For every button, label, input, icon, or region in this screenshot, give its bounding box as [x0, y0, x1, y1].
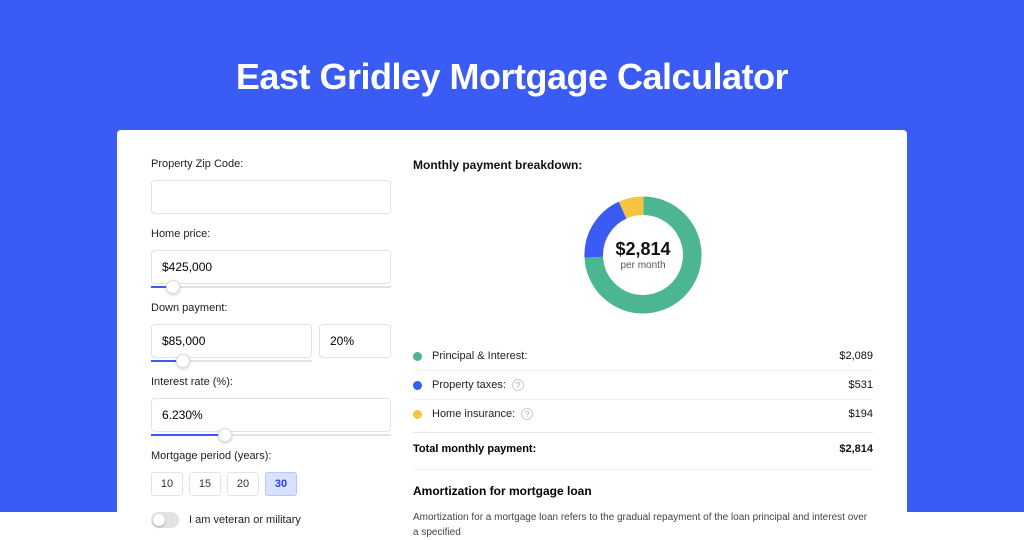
legend-value: $194 [849, 408, 873, 420]
zip-input[interactable] [151, 180, 391, 214]
down-pct-input[interactable] [319, 324, 391, 358]
page-title: East Gridley Mortgage Calculator [117, 56, 907, 98]
price-slider-thumb[interactable] [166, 280, 180, 294]
period-option-20[interactable]: 20 [227, 472, 259, 496]
down-label: Down payment: [151, 302, 391, 314]
legend-row: Home insurance:? $194 [413, 400, 873, 428]
zip-label: Property Zip Code: [151, 158, 391, 170]
legend-value: $2,089 [839, 350, 873, 362]
help-icon[interactable]: ? [521, 408, 533, 420]
price-label: Home price: [151, 228, 391, 240]
total-value: $2,814 [839, 443, 873, 455]
legend-label: Principal & Interest: [432, 350, 527, 362]
legend-dot-icon [413, 381, 422, 390]
legend-label: Property taxes: [432, 379, 506, 391]
legend-value: $531 [849, 379, 873, 391]
legend-row: Property taxes:? $531 [413, 371, 873, 400]
rate-slider[interactable] [151, 434, 391, 436]
legend-dot-icon [413, 410, 422, 419]
toggle-knob [153, 514, 165, 526]
period-option-30[interactable]: 30 [265, 472, 297, 496]
breakdown-title: Monthly payment breakdown: [413, 158, 873, 172]
payment-donut-chart: $2,814 per month [578, 190, 708, 320]
amortization-title: Amortization for mortgage loan [413, 484, 873, 498]
period-option-15[interactable]: 15 [189, 472, 221, 496]
down-slider-thumb[interactable] [176, 354, 190, 368]
total-row: Total monthly payment: $2,814 [413, 432, 873, 469]
total-label: Total monthly payment: [413, 443, 536, 455]
down-amount-input[interactable] [151, 324, 312, 358]
price-slider[interactable] [151, 286, 391, 288]
donut-amount: $2,814 [615, 239, 670, 260]
legend-row: Principal & Interest: $2,089 [413, 342, 873, 371]
down-slider[interactable] [151, 360, 312, 362]
breakdown-column: Monthly payment breakdown: $2,814 per mo… [413, 158, 873, 530]
inputs-column: Property Zip Code: Home price: Down paym… [151, 158, 391, 530]
veteran-toggle[interactable] [151, 512, 179, 528]
help-icon[interactable]: ? [512, 379, 524, 391]
hero-banner: East Gridley Mortgage Calculator Propert… [0, 0, 1024, 512]
calculator-card: Property Zip Code: Home price: Down paym… [117, 130, 907, 530]
legend-label: Home insurance: [432, 408, 515, 420]
veteran-label: I am veteran or military [189, 514, 301, 526]
price-input[interactable] [151, 250, 391, 284]
period-option-10[interactable]: 10 [151, 472, 183, 496]
period-label: Mortgage period (years): [151, 450, 391, 462]
rate-input[interactable] [151, 398, 391, 432]
donut-sub: per month [620, 260, 665, 271]
rate-slider-thumb[interactable] [218, 428, 232, 442]
amortization-section: Amortization for mortgage loan Amortizat… [413, 469, 873, 540]
legend-dot-icon [413, 352, 422, 361]
rate-label: Interest rate (%): [151, 376, 391, 388]
legend-list: Principal & Interest: $2,089 Property taxe… [413, 342, 873, 428]
period-options: 10152030 [151, 472, 391, 496]
amortization-text: Amortization for a mortgage loan refers … [413, 510, 873, 540]
